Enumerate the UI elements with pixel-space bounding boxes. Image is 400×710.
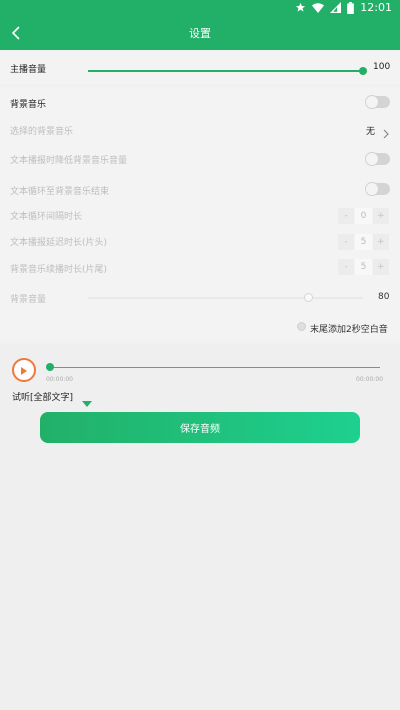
bgm-select-value[interactable]: 无: [366, 124, 375, 137]
master-volume-handle[interactable]: [359, 67, 367, 75]
bgm-volume-fill: [88, 297, 308, 299]
time-end: 00:00:00: [356, 376, 383, 383]
delay-head-stepper: - 5 +: [338, 234, 390, 250]
tail-plus[interactable]: +: [372, 259, 389, 275]
star-icon: [295, 2, 306, 13]
status-time: 12:01: [360, 1, 392, 14]
listen-mode-label[interactable]: 试听[全部文字]: [12, 390, 73, 403]
delay-head-value: 5: [355, 234, 372, 250]
bgm-section: 背景音乐 选择的背景音乐 无 文本播报时降低背景音乐音量 文本循环至背景音乐结束…: [0, 87, 400, 341]
master-volume-slider[interactable]: [88, 70, 363, 72]
progress-handle[interactable]: [46, 363, 54, 371]
bgm-loop-end-toggle[interactable]: [365, 182, 390, 196]
signal-icon: [330, 2, 342, 13]
bgm-select-label: 选择的背景音乐: [10, 127, 74, 137]
play-icon: [20, 361, 28, 380]
silence-checkbox[interactable]: [297, 322, 306, 331]
bgm-duck-label: 文本播报时降低背景音乐音量: [10, 156, 128, 166]
bgm-loop-end-label: 文本循环至背景音乐结束: [10, 187, 110, 197]
bgm-loop-end-toggle-thumb: [365, 182, 379, 196]
bgm-volume-slider[interactable]: [88, 297, 363, 299]
loop-interval-stepper: - 0 +: [338, 208, 390, 224]
silence-label[interactable]: 末尾添加2秒空白音: [310, 322, 388, 335]
loop-interval-minus[interactable]: -: [338, 208, 355, 224]
delay-head-minus[interactable]: -: [338, 234, 355, 250]
save-audio-button[interactable]: 保存音频: [40, 412, 360, 443]
dropdown-icon[interactable]: [82, 392, 92, 411]
bgm-toggle-thumb: [365, 95, 379, 109]
tail-stepper: - 5 +: [338, 259, 390, 275]
progress-slider[interactable]: [50, 367, 380, 368]
bgm-volume-label: 背景音量: [10, 295, 47, 305]
play-button[interactable]: [12, 358, 36, 382]
master-volume-section: 主播音量 100: [0, 52, 400, 84]
tail-label: 背景音乐续播时长(片尾): [10, 265, 108, 275]
bgm-volume-value: 80: [378, 292, 390, 302]
tail-value: 5: [355, 259, 372, 275]
chevron-right-icon[interactable]: [383, 124, 389, 143]
time-start: 00:00:00: [46, 376, 73, 383]
bgm-volume-handle[interactable]: [303, 293, 313, 302]
loop-interval-value: 0: [355, 208, 372, 224]
loop-interval-plus[interactable]: +: [372, 208, 389, 224]
delay-head-plus[interactable]: +: [372, 234, 389, 250]
status-bar: 12:01: [0, 0, 400, 18]
bgm-duck-toggle-thumb: [365, 152, 379, 166]
page-title: 设置: [189, 27, 211, 40]
master-volume-label: 主播音量: [10, 65, 47, 75]
master-volume-fill: [88, 70, 363, 72]
app-bar: 设置: [0, 18, 400, 50]
back-button[interactable]: [4, 18, 28, 50]
bgm-toggle[interactable]: [365, 95, 390, 109]
battery-icon: [347, 1, 355, 14]
master-volume-value: 100: [373, 62, 391, 72]
chevron-left-icon: [11, 25, 21, 44]
bgm-label: 背景音乐: [10, 100, 47, 110]
wifi-icon: [312, 2, 325, 13]
tail-minus[interactable]: -: [338, 259, 355, 275]
loop-interval-label: 文本循环间隔时长: [10, 212, 83, 222]
bgm-duck-toggle[interactable]: [365, 152, 390, 166]
delay-head-label: 文本播报延迟时长(片头): [10, 238, 108, 248]
